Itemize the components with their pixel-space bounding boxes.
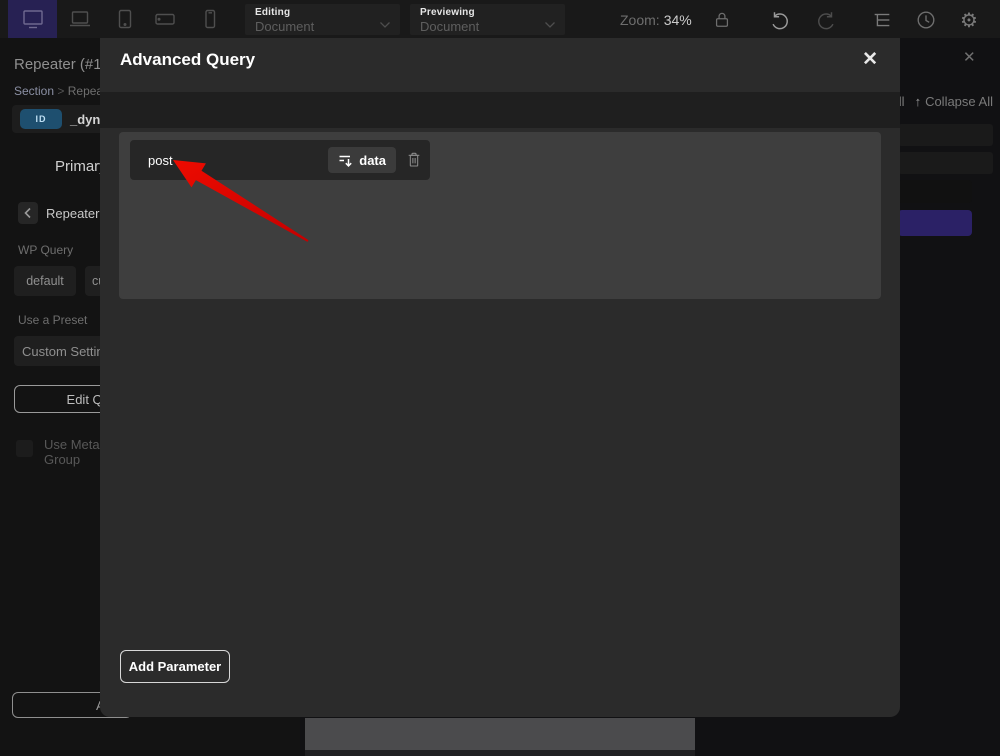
dynamic-data-icon: [338, 153, 353, 168]
parameter-values-panel: data: [119, 132, 881, 299]
back-button[interactable]: [18, 202, 38, 224]
top-toolbar: Editing Document Previewing Document Zoo…: [0, 0, 1000, 38]
element-title: Repeater (#1: [14, 56, 102, 73]
modal-title: Advanced Query: [120, 50, 255, 70]
laptop-icon: [67, 7, 93, 31]
device-laptop-button[interactable]: [55, 0, 104, 38]
collapse-all-arrow-icon: ↑: [915, 94, 922, 109]
editing-value: Document: [255, 19, 390, 34]
chevron-down-icon: [544, 21, 556, 29]
desktop-icon: [20, 7, 46, 31]
editing-dropdown[interactable]: Editing Document: [245, 4, 400, 35]
structure-panel-button[interactable]: [870, 8, 894, 32]
builder-screen: ✕ ll↑Collapse All Repeater (#1 Section >…: [0, 0, 1000, 756]
parameter-header-row: post_type Add Value: [100, 92, 900, 128]
clock-icon: [915, 9, 937, 31]
structure-row[interactable]: [898, 124, 993, 146]
redo-button[interactable]: [814, 8, 838, 32]
right-panel-close-icon[interactable]: ✕: [963, 48, 976, 66]
editing-label: Editing: [255, 7, 390, 18]
value-row: data: [130, 140, 430, 180]
structure-tree-icon: [871, 9, 893, 31]
chevron-left-icon: [23, 207, 33, 219]
gear-icon: ⚙: [960, 8, 978, 33]
redo-icon: [815, 9, 837, 31]
lock-button[interactable]: [710, 8, 734, 32]
previewing-label: Previewing: [420, 7, 555, 18]
landscape-device-icon: [152, 7, 178, 31]
breadcrumb-separator: >: [57, 84, 64, 98]
wp-query-label: WP Query: [18, 243, 73, 257]
structure-row-selected[interactable]: [898, 210, 972, 236]
structure-row[interactable]: [898, 180, 972, 203]
previewing-value: Document: [420, 19, 555, 34]
add-parameter-button[interactable]: Add Parameter: [120, 650, 230, 683]
previewing-dropdown[interactable]: Previewing Document: [410, 4, 565, 35]
device-landscape-button[interactable]: [140, 0, 189, 38]
device-desktop-button[interactable]: [8, 0, 57, 38]
lock-icon: [712, 10, 732, 30]
advanced-query-modal: Advanced Query ✕ post_type Add Value dat…: [100, 38, 900, 717]
delete-value-button[interactable]: [405, 150, 423, 170]
chevron-down-icon: [379, 21, 391, 29]
preset-label: Use a Preset: [18, 313, 87, 327]
settings-button[interactable]: ⚙: [957, 8, 981, 32]
undo-icon: [769, 9, 791, 31]
value-input[interactable]: [137, 153, 328, 168]
tablet-icon: [112, 7, 138, 31]
undo-button[interactable]: [768, 8, 792, 32]
breadcrumb-current: Repea: [68, 84, 103, 98]
breadcrumb-parent[interactable]: Section: [14, 84, 54, 98]
breadcrumb: Section > Repea: [14, 84, 103, 98]
canvas-page-block-footer: [305, 750, 695, 756]
zoom-indicator: Zoom:34%: [620, 12, 692, 28]
device-phone-button[interactable]: [185, 0, 234, 38]
dynamic-data-label: data: [359, 153, 386, 168]
phone-icon: [197, 7, 223, 31]
back-label: Repeater: [46, 206, 99, 221]
dynamic-data-button[interactable]: data: [328, 147, 396, 173]
canvas-page-block: [305, 718, 695, 750]
modal-close-icon[interactable]: ✕: [862, 48, 878, 71]
structure-row[interactable]: [898, 152, 993, 174]
wp-query-default-button[interactable]: default: [14, 266, 76, 296]
trash-icon: [406, 151, 422, 169]
history-button[interactable]: [914, 8, 938, 32]
tab-primary[interactable]: Primary: [55, 158, 107, 175]
id-badge: ID: [20, 109, 62, 129]
collapse-all-label[interactable]: Collapse All: [925, 94, 993, 109]
meta-box-checkbox[interactable]: [16, 440, 33, 457]
